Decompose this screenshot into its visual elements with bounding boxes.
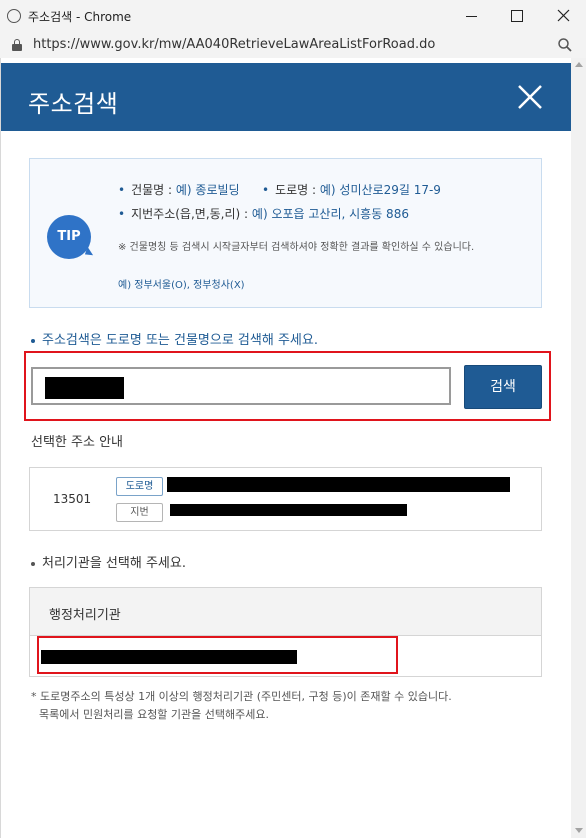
- tip-badge-icon: TIP: [47, 215, 91, 259]
- agency-instruction: 처리기관을 선택해 주세요.: [31, 552, 186, 571]
- page-content: 주소검색 TIP • 건물명 : 예) 종로빌딩 • 도로명 : 예) 성미산로29…: [0, 58, 586, 838]
- url-text[interactable]: https://www.gov.kr/mw/AA040RetrieveLawAr…: [33, 37, 435, 52]
- address-bar[interactable]: https://www.gov.kr/mw/AA040RetrieveLawAr…: [0, 32, 586, 58]
- redacted-agency-name: [41, 650, 297, 664]
- footnote-line-1: * 도로명주소의 특성상 1개 이상의 행정처리기관 (주민센터, 구청 등)이…: [31, 690, 452, 703]
- scroll-up-arrow-icon[interactable]: [575, 62, 583, 67]
- search-button[interactable]: 검색: [464, 365, 542, 409]
- selected-address-box: 13501 도로명 지번: [29, 467, 542, 531]
- redacted-search-text: [45, 377, 124, 399]
- search-input[interactable]: [31, 367, 451, 405]
- footnote-line-2: 목록에서 민원처리를 요청할 기관을 선택해주세요.: [39, 708, 270, 721]
- window-title: 주소검색 - Chrome: [28, 10, 132, 24]
- agency-table-header: 행정처리기관: [30, 588, 541, 636]
- lot-number-tag: 지번: [116, 503, 163, 522]
- tip-box: TIP • 건물명 : 예) 종로빌딩 • 도로명 : 예) 성미산로29길 17-…: [29, 158, 542, 308]
- tip-note: ※ 건물명칭 등 검색시 시작글자부터 검색하셔야 정확한 결과를 확인하실 수…: [118, 242, 475, 253]
- close-icon: [557, 9, 570, 22]
- lock-icon: [12, 39, 22, 51]
- scroll-down-arrow-icon[interactable]: [575, 828, 583, 833]
- window-titlebar: 주소검색 - Chrome: [0, 0, 586, 32]
- footnote: * 도로명주소의 특성상 1개 이상의 행정처리기관 (주민센터, 구청 등)이…: [31, 688, 452, 724]
- agency-option[interactable]: [37, 636, 398, 674]
- scrollbar[interactable]: [571, 58, 586, 838]
- tip-line-building: • 건물명 : 예) 종로빌딩: [118, 183, 240, 197]
- road-name-tag: 도로명: [116, 477, 163, 496]
- selected-address-heading: 선택한 주소 안내: [31, 435, 123, 450]
- zoom-icon[interactable]: [557, 37, 573, 53]
- tip-example: 예) 정부서울(O), 정부청사(X): [118, 280, 245, 291]
- tip-line-road: • 도로명 : 예) 성미산로29길 17-9: [262, 183, 441, 197]
- tip-line-lot: • 지번주소(읍,면,동,리) : 예) 오포읍 고산리, 시흥동 886: [118, 207, 409, 221]
- globe-icon: [7, 9, 21, 23]
- page-title: 주소검색: [28, 90, 119, 118]
- search-instruction: 주소검색은 도로명 또는 건물명으로 검색해 주세요.: [31, 329, 318, 348]
- maximize-button[interactable]: [494, 0, 540, 32]
- close-icon[interactable]: [516, 83, 544, 111]
- redacted-lot-address: [170, 504, 407, 516]
- redacted-road-address: [167, 477, 510, 492]
- window-close-button[interactable]: [540, 0, 586, 32]
- page-header: 주소검색: [1, 63, 571, 131]
- zip-code: 13501: [53, 492, 92, 506]
- minimize-button[interactable]: [448, 0, 494, 32]
- search-area: 검색: [24, 351, 551, 421]
- agency-table: 행정처리기관: [29, 587, 542, 677]
- agency-column-header: 행정처리기관: [49, 608, 121, 623]
